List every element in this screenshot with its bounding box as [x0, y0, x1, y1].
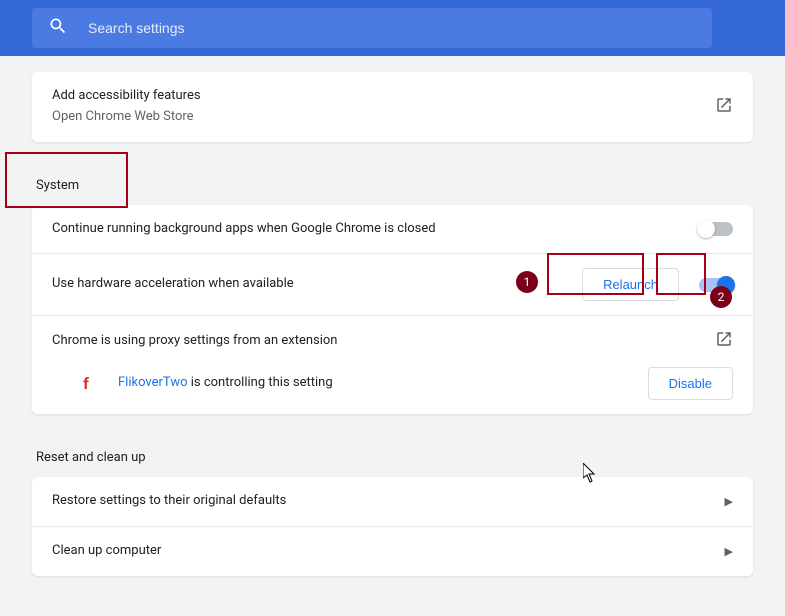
reset-heading: Reset and clean up — [32, 430, 753, 477]
chevron-right-icon: ▶ — [725, 495, 733, 508]
bg-apps-label: Continue running background apps when Go… — [52, 219, 687, 240]
bg-apps-row: Continue running background apps when Go… — [32, 205, 753, 254]
hw-accel-toggle[interactable] — [699, 278, 733, 292]
extension-icon: f — [76, 373, 96, 393]
accessibility-row[interactable]: Add accessibility features Open Chrome W… — [32, 72, 753, 142]
extension-row: f FlikoverTwo is controlling this settin… — [32, 366, 753, 414]
system-heading: System — [32, 158, 753, 205]
hw-accel-row: Use hardware acceleration when available… — [32, 253, 753, 315]
search-box[interactable] — [32, 8, 712, 48]
extension-suffix: is controlling this setting — [188, 375, 333, 390]
accessibility-card: Add accessibility features Open Chrome W… — [32, 72, 753, 142]
system-card: Continue running background apps when Go… — [32, 205, 753, 415]
topbar — [0, 0, 785, 56]
bg-apps-toggle[interactable] — [699, 222, 733, 236]
relaunch-button[interactable]: Relaunch — [582, 268, 679, 301]
proxy-label: Chrome is using proxy settings from an e… — [52, 331, 703, 352]
hw-accel-label: Use hardware acceleration when available — [52, 274, 570, 295]
open-external-icon — [715, 96, 733, 118]
open-external-icon — [715, 330, 733, 352]
content: Add accessibility features Open Chrome W… — [0, 72, 785, 576]
extension-info: FlikoverTwo is controlling this setting — [118, 373, 636, 394]
extension-name[interactable]: FlikoverTwo — [118, 375, 188, 390]
search-icon — [48, 16, 68, 40]
cleanup-label: Clean up computer — [52, 541, 713, 562]
accessibility-title: Add accessibility features — [52, 86, 703, 107]
restore-label: Restore settings to their original defau… — [52, 491, 713, 512]
search-input[interactable] — [88, 20, 696, 36]
reset-card: Restore settings to their original defau… — [32, 477, 753, 576]
accessibility-subtitle: Open Chrome Web Store — [52, 107, 703, 128]
proxy-row[interactable]: Chrome is using proxy settings from an e… — [32, 315, 753, 366]
restore-row[interactable]: Restore settings to their original defau… — [32, 477, 753, 526]
chevron-right-icon: ▶ — [725, 545, 733, 558]
disable-button[interactable]: Disable — [648, 367, 733, 400]
cleanup-row[interactable]: Clean up computer ▶ — [32, 526, 753, 576]
